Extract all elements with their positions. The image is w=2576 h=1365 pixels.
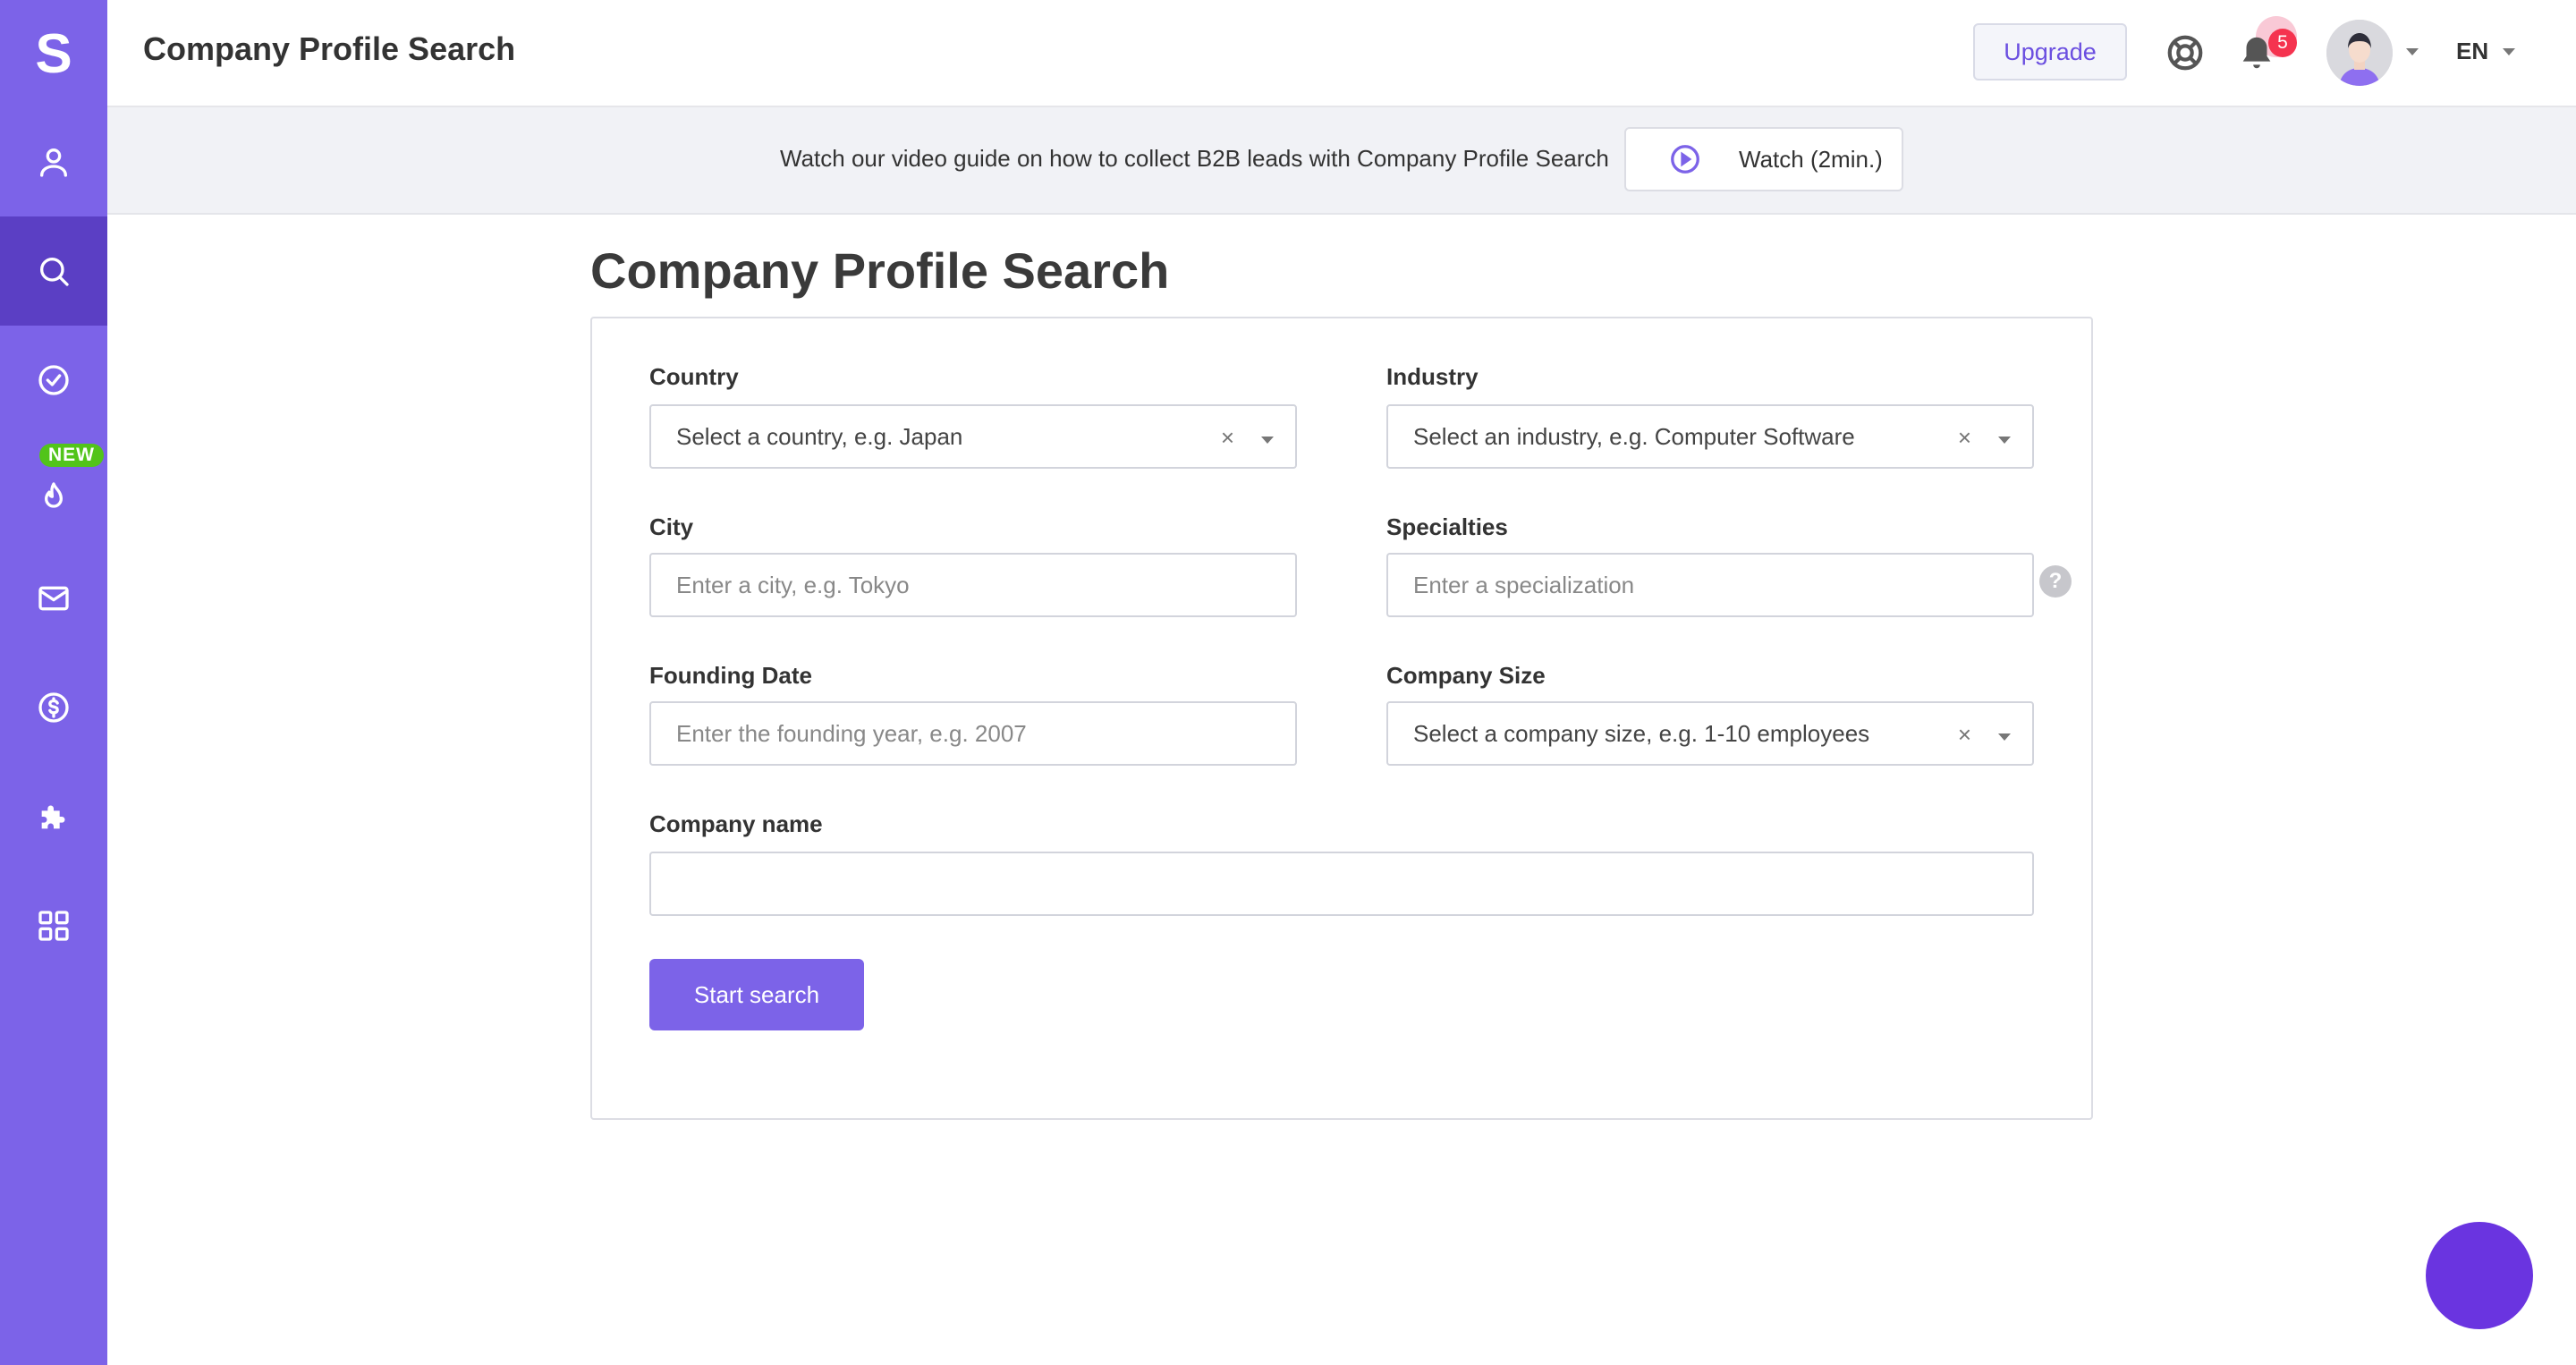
sidebar-item-email[interactable] bbox=[0, 544, 107, 653]
company-size-label: Company Size bbox=[1386, 662, 1546, 689]
company-size-select[interactable]: Select a company size, e.g. 1-10 employe… bbox=[1386, 701, 2034, 766]
company-size-select-placeholder: Select a company size, e.g. 1-10 employe… bbox=[1413, 719, 1870, 747]
avatar-illustration bbox=[2326, 20, 2393, 86]
founding-date-label: Founding Date bbox=[649, 662, 812, 689]
puzzle-icon bbox=[41, 805, 65, 829]
upgrade-button[interactable]: Upgrade bbox=[1973, 23, 2127, 81]
country-label: Country bbox=[649, 363, 739, 390]
industry-select-placeholder: Select an industry, e.g. Computer Softwa… bbox=[1413, 422, 1855, 450]
chevron-down-icon[interactable] bbox=[1996, 435, 2012, 445]
new-badge: NEW bbox=[39, 444, 104, 467]
chevron-down-icon[interactable] bbox=[1996, 732, 2012, 742]
video-guide-banner: Watch our video guide on how to collect … bbox=[107, 107, 2576, 215]
notification-count-badge: 5 bbox=[2268, 29, 2297, 57]
specialties-input[interactable]: Enter a specialization bbox=[1386, 553, 2034, 617]
banner-text: Watch our video guide on how to collect … bbox=[780, 145, 1609, 172]
clear-icon[interactable]: × bbox=[1221, 424, 1234, 452]
form-title: Company Profile Search bbox=[590, 242, 1170, 299]
sidebar-item-search[interactable] bbox=[0, 216, 107, 326]
city-input[interactable]: Enter a city, e.g. Tokyo bbox=[649, 553, 1297, 617]
grid-icon bbox=[38, 911, 69, 941]
chevron-down-icon[interactable] bbox=[1259, 435, 1275, 445]
watch-video-button[interactable]: Watch (2min.) bbox=[1624, 127, 1903, 191]
language-selector[interactable]: EN bbox=[2456, 38, 2488, 65]
industry-select[interactable]: Select an industry, e.g. Computer Softwa… bbox=[1386, 404, 2034, 469]
watch-video-label: Watch (2min.) bbox=[1739, 145, 1883, 173]
sidebar-item-apps[interactable] bbox=[0, 871, 107, 980]
sidebar-item-contacts[interactable] bbox=[0, 107, 107, 216]
clear-icon[interactable]: × bbox=[1958, 721, 1971, 749]
clear-icon[interactable]: × bbox=[1958, 424, 1971, 452]
app-logo[interactable]: S bbox=[0, 0, 107, 107]
country-select[interactable]: Select a country, e.g. Japan × bbox=[649, 404, 1297, 469]
country-select-placeholder: Select a country, e.g. Japan bbox=[676, 422, 963, 450]
page-title: Company Profile Search bbox=[143, 30, 516, 67]
dollar-circle-icon bbox=[38, 692, 69, 723]
search-icon bbox=[40, 258, 69, 286]
specialties-label: Specialties bbox=[1386, 513, 1508, 540]
sidebar: S NEW bbox=[0, 0, 107, 1365]
start-search-button[interactable]: Start search bbox=[649, 959, 864, 1030]
avatar[interactable] bbox=[2326, 20, 2393, 86]
industry-label: Industry bbox=[1386, 363, 1479, 390]
top-header: Company Profile Search Upgrade bbox=[107, 0, 2576, 107]
mail-icon bbox=[38, 586, 69, 611]
sidebar-item-tasks[interactable] bbox=[0, 326, 107, 435]
help-question-icon[interactable]: ? bbox=[2039, 565, 2072, 598]
company-name-input[interactable] bbox=[649, 852, 2034, 916]
city-label: City bbox=[649, 513, 694, 540]
check-circle-icon bbox=[38, 365, 69, 395]
specialties-input-placeholder: Enter a specialization bbox=[1413, 571, 1635, 598]
flame-icon bbox=[45, 482, 64, 508]
city-input-placeholder: Enter a city, e.g. Tokyo bbox=[676, 571, 910, 598]
chevron-down-icon[interactable] bbox=[2404, 47, 2420, 57]
chevron-down-icon[interactable] bbox=[2501, 47, 2517, 57]
founding-date-input-placeholder: Enter the founding year, e.g. 2007 bbox=[676, 719, 1027, 747]
user-icon bbox=[40, 148, 68, 177]
play-circle-icon bbox=[1671, 145, 1699, 174]
founding-date-input[interactable]: Enter the founding year, e.g. 2007 bbox=[649, 701, 1297, 766]
company-name-label: Company name bbox=[649, 810, 823, 837]
sidebar-item-integrations[interactable] bbox=[0, 762, 107, 871]
sidebar-item-billing[interactable] bbox=[0, 653, 107, 762]
chat-widget-button[interactable] bbox=[2426, 1222, 2533, 1329]
lifebuoy-icon[interactable] bbox=[2165, 32, 2206, 73]
